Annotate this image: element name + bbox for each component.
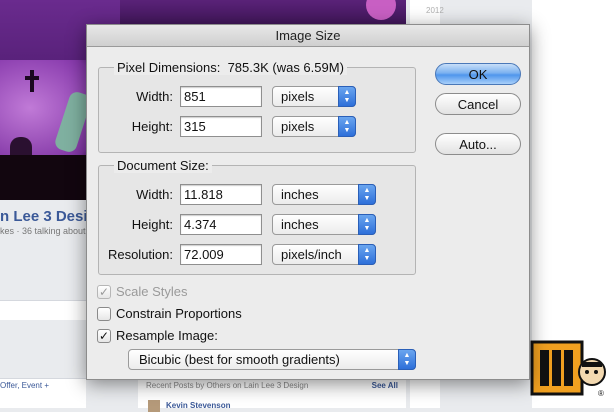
scale-styles-label: Scale Styles: [116, 284, 188, 299]
doc-width-field[interactable]: 11.818: [180, 184, 262, 205]
recent-post-author[interactable]: Kevin Stevenson: [166, 401, 230, 410]
svg-text:®: ®: [598, 389, 604, 398]
constrain-proportions-checkbox[interactable]: [97, 307, 111, 321]
chevron-updown-icon: ▲ ▼: [398, 349, 416, 370]
chevron-updown-icon: ▲ ▼: [358, 244, 376, 265]
resolution-unit-select[interactable]: pixels/inch ▲ ▼: [272, 244, 376, 265]
page-divider: [0, 300, 86, 320]
doc-height-unit-select[interactable]: inches ▲ ▼: [272, 214, 376, 235]
page-name[interactable]: n Lee 3 Desig: [0, 208, 100, 225]
resample-method-select[interactable]: Bicubic (best for smooth gradients) ▲ ▼: [128, 349, 416, 370]
doc-height-label: Height:: [131, 217, 173, 232]
pixel-dimensions-size: 785.3K (was 6.59M): [227, 60, 344, 75]
pixel-dimensions-group: [98, 67, 416, 153]
scale-styles-checkbox[interactable]: ✓: [97, 285, 111, 299]
recent-posts-box: Recent Posts by Others on Lain Lee 3 Des…: [138, 378, 406, 412]
resample-image-checkbox[interactable]: ✓: [97, 329, 111, 343]
avatar[interactable]: [148, 400, 160, 412]
see-all-link[interactable]: See All: [372, 381, 398, 390]
constrain-proportions-label: Constrain Proportions: [116, 306, 242, 321]
resolution-label: Resolution:: [107, 247, 173, 262]
document-size-label: Document Size:: [114, 158, 212, 173]
resample-image-label: Resample Image:: [116, 328, 218, 343]
dialog-title[interactable]: Image Size: [87, 25, 529, 47]
cross-icon: [25, 70, 39, 92]
pixel-height-field[interactable]: 315: [180, 116, 262, 137]
chevron-updown-icon: ▲ ▼: [358, 214, 376, 235]
offer-event-bar: Offer, Event +: [0, 378, 86, 408]
pixel-dimensions-label: Pixel Dimensions: 785.3K (was 6.59M): [114, 60, 347, 75]
doc-height-field[interactable]: 4.374: [180, 214, 262, 235]
recent-posts-label: Recent Posts by Others on Lain Lee 3 Des…: [146, 381, 309, 390]
doc-width-unit-select[interactable]: inches ▲ ▼: [272, 184, 376, 205]
pixel-width-unit-select[interactable]: pixels ▲ ▼: [272, 86, 356, 107]
doc-width-label: Width:: [136, 187, 173, 202]
logo-icon: ®: [530, 340, 606, 398]
image-size-dialog: Image Size Pixel Dimensions: 785.3K (was…: [86, 24, 530, 380]
pixel-height-unit-select[interactable]: pixels ▲ ▼: [272, 116, 356, 137]
pixel-width-field[interactable]: 851: [180, 86, 262, 107]
auto-button[interactable]: Auto...: [435, 133, 521, 155]
cancel-button[interactable]: Cancel: [435, 93, 521, 115]
resolution-field[interactable]: 72.009: [180, 244, 262, 265]
ok-button[interactable]: OK: [435, 63, 521, 85]
offer-event-link[interactable]: Offer, Event +: [0, 381, 49, 390]
chevron-updown-icon: ▲ ▼: [358, 184, 376, 205]
page-stats: kes · 36 talking about th: [0, 226, 96, 236]
pixel-width-label: Width:: [136, 89, 173, 104]
pixel-height-label: Height:: [131, 119, 173, 134]
chevron-updown-icon: ▲ ▼: [338, 116, 356, 137]
timeline-year[interactable]: 2012: [426, 6, 444, 15]
chevron-updown-icon: ▲ ▼: [338, 86, 356, 107]
